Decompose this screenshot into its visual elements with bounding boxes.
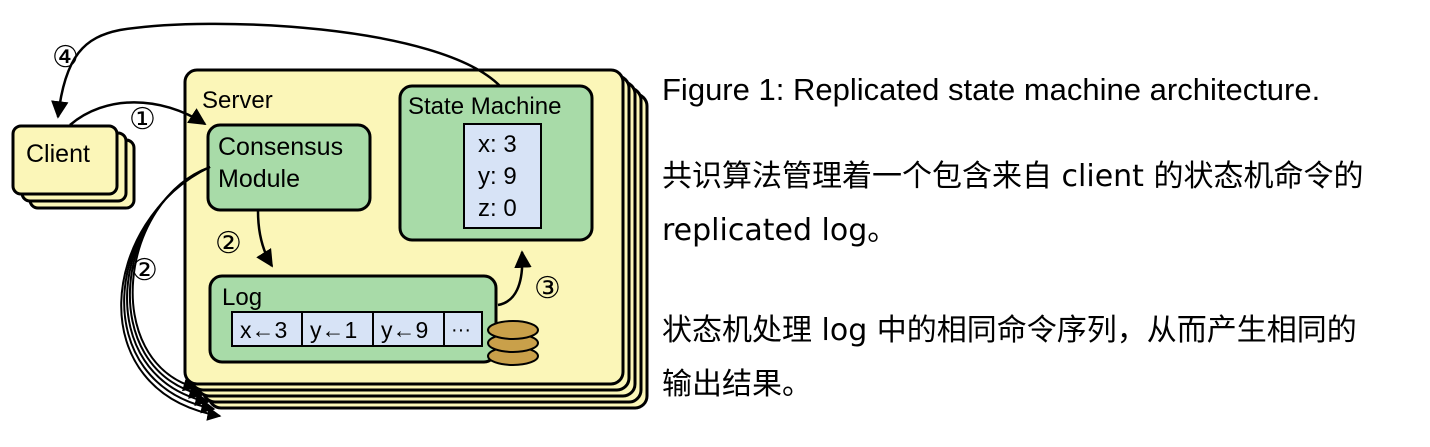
step-3-marker: ③ — [534, 272, 561, 305]
log-label: Log — [222, 284, 262, 311]
replicated-state-machine-diagram: Client Server Consensus Module State Mac… — [11, 22, 649, 421]
state-machine-label: State Machine — [408, 93, 561, 120]
description-2-line1: 状态机处理 log 中的相同命令序列，从而产生相同的 — [662, 313, 1357, 348]
client-label: Client — [26, 140, 90, 168]
step-2-marker: ② — [215, 227, 242, 260]
consensus-module-label-line2: Module — [218, 165, 300, 193]
description-2: 状态机处理 log 中的相同命令序列，从而产生相同的 输出结果。 — [662, 304, 1357, 412]
state-value-z: z: 0 — [478, 195, 517, 222]
step-1-marker: ① — [129, 103, 156, 136]
state-value-y: y: 9 — [478, 163, 517, 190]
log-entry: y←9 — [381, 317, 428, 343]
client-stack: Client — [11, 124, 136, 210]
description-1-line2: replicated log。 — [662, 213, 898, 248]
log-entry: y←1 — [310, 317, 357, 343]
consensus-module: Consensus Module — [206, 123, 372, 212]
state-machine: State Machine x: 3 y: 9 z: 0 — [398, 84, 594, 242]
step-4-marker: ④ — [52, 41, 79, 74]
disk-icon — [487, 320, 539, 366]
description-1-line1: 共识算法管理着一个包含来自 client 的状态机命令的 — [662, 159, 1364, 194]
description-2-line2: 输出结果。 — [662, 367, 812, 402]
figure-title: Figure 1: Replicated state machine archi… — [662, 72, 1321, 107]
server-label: Server — [202, 87, 273, 114]
state-value-x: x: 3 — [478, 131, 517, 158]
description-1: 共识算法管理着一个包含来自 client 的状态机命令的 replicated … — [662, 150, 1363, 258]
log-entry: ··· — [451, 319, 471, 341]
log-entry: x←3 — [240, 317, 287, 343]
step-2-marker: ② — [131, 254, 158, 287]
consensus-module-label-line1: Consensus — [218, 133, 343, 161]
log: Log x←3 y←1 y←9 ··· — [208, 274, 498, 364]
